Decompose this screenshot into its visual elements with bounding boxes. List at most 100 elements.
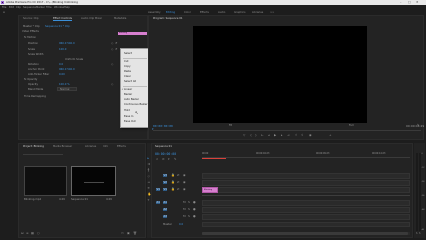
settings-wrench-icon[interactable]: ✎ <box>417 124 420 127</box>
tab-timeline-sequence[interactable]: Sequence 01 <box>155 145 172 148</box>
solo-icon[interactable]: S <box>188 208 190 211</box>
track-lane-v1[interactable] <box>202 187 410 193</box>
menu-item-select[interactable]: Select <box>124 52 132 55</box>
tab-program-monitor[interactable]: Program: Sequence 01 <box>153 17 183 20</box>
list-view-icon[interactable]: ≡ <box>26 232 29 235</box>
solo-icon[interactable]: S <box>188 201 190 204</box>
track-select-icon[interactable]: ⇉ <box>148 163 151 166</box>
tab-effect-controls[interactable]: Effect Controls <box>53 17 73 21</box>
track-lane-v2[interactable] <box>202 180 410 186</box>
tab-media-browser[interactable]: Media Browser <box>53 145 72 148</box>
menu-item-paste[interactable]: Paste <box>124 70 131 73</box>
track-label-v2[interactable]: V2 <box>163 181 168 184</box>
effect-row-uniform-scale[interactable]: Uniform Scale <box>65 58 83 61</box>
workspace-audio[interactable]: Audio <box>218 11 225 14</box>
menu-item-linear[interactable]: Linear <box>124 88 132 91</box>
track-lane-v3[interactable] <box>202 173 410 179</box>
program-scrub-bar[interactable] <box>153 130 421 131</box>
keyframe-icon[interactable]: ◇ <box>111 83 113 86</box>
tab-effects[interactable]: Effects <box>117 145 126 148</box>
linked-selection-icon[interactable]: ⊘ <box>162 158 165 161</box>
icon-view-icon[interactable]: ▦ <box>31 232 34 235</box>
sync-lock-icon[interactable]: ⇄ <box>177 188 180 191</box>
program-timecode-current[interactable]: 00:00:00:00 <box>153 124 173 128</box>
workspace-graphics[interactable]: Graphics <box>234 11 245 14</box>
mute-icon[interactable]: M <box>183 208 186 211</box>
mark-in-icon[interactable]: { <box>250 134 252 137</box>
tab-source[interactable]: Source: Clip <box>23 17 39 20</box>
timeline-ruler[interactable] <box>202 156 410 158</box>
mute-icon[interactable]: M <box>183 201 186 204</box>
master-track-value[interactable]: 0.0 <box>179 223 183 226</box>
new-bin-icon[interactable]: ▭ <box>121 232 124 235</box>
reset-icon[interactable]: ↺ <box>115 48 118 51</box>
play-icon[interactable]: ▶ <box>274 134 276 137</box>
track-label-v3[interactable]: V3 <box>163 174 168 177</box>
timeline-timecode[interactable]: 00:00:00:00 <box>155 152 176 156</box>
solo-icon[interactable]: S <box>416 232 417 235</box>
track-label-a3[interactable]: A3 <box>163 215 168 218</box>
timeline-clip-v1[interactable]: Blinking <box>202 187 218 193</box>
workspace-assembly[interactable]: Assembly <box>148 11 161 14</box>
solo-icon[interactable]: S <box>419 232 420 235</box>
track-lane-a2[interactable] <box>202 207 410 213</box>
slip-tool-icon[interactable]: ↔ <box>148 181 151 184</box>
eye-icon[interactable]: ◉ <box>183 174 186 177</box>
home-icon[interactable]: ⌂ <box>3 10 5 14</box>
microphone-icon[interactable]: ● <box>193 201 196 204</box>
tab-info[interactable]: Info <box>103 145 108 148</box>
ripple-edit-icon[interactable]: ╫ <box>148 169 150 172</box>
track-lane-a3[interactable] <box>202 214 410 220</box>
pen-tool-icon[interactable]: ✒ <box>148 187 151 190</box>
new-item-icon[interactable]: ▣ <box>127 232 130 235</box>
minimize-icon[interactable]: – <box>400 0 402 4</box>
step-forward-icon[interactable]: ▸ <box>281 134 283 137</box>
workspace-effects[interactable]: Effects <box>200 11 209 14</box>
program-fit-select[interactable]: Fit <box>229 124 232 127</box>
effect-value-anchor-point[interactable]: 960.0 540.0 <box>59 68 75 71</box>
playhead-icon[interactable]: ▾ <box>152 128 154 131</box>
selection-tool-icon[interactable]: ▸ <box>148 157 150 160</box>
marker-icon[interactable]: ▽ <box>243 134 245 137</box>
trash-icon[interactable]: 🗑 <box>133 232 137 235</box>
reset-icon[interactable]: ↺ <box>115 42 118 45</box>
effect-value-position[interactable]: 960.0 540.0 <box>59 42 75 45</box>
menu-item-ease-out[interactable]: Ease Out <box>124 120 136 123</box>
timeline-horizontal-scrollbar[interactable] <box>202 232 410 235</box>
menu-item-copy[interactable]: Copy <box>124 65 131 68</box>
lock-track-icon[interactable]: 🔒 <box>171 181 175 184</box>
lock-icon[interactable]: ⊟ <box>21 232 24 235</box>
menu-item-select-all[interactable]: Select All <box>124 80 136 83</box>
sync-lock-icon[interactable]: ⇄ <box>177 181 180 184</box>
add-marker-icon[interactable]: ▾ <box>168 158 170 161</box>
source-patch-v1[interactable]: V1 <box>156 188 161 191</box>
keyframe-icon[interactable]: ◇ <box>111 42 113 45</box>
snap-icon[interactable]: ∩ <box>156 158 158 161</box>
keyframe-icon[interactable]: ◇ <box>111 48 113 51</box>
effect-row-time-remapping[interactable]: Time Remapping <box>24 95 46 98</box>
solo-icon[interactable]: S <box>188 215 190 218</box>
lock-track-icon[interactable]: 🔒 <box>171 174 175 177</box>
menu-item-hold[interactable]: Hold <box>124 109 130 112</box>
sync-lock-icon[interactable]: ⇄ <box>177 174 180 177</box>
program-quality-select[interactable]: Full <box>349 124 353 127</box>
source-patch-a1[interactable]: A1 <box>156 201 161 204</box>
menu-item-continuous-bezier[interactable]: Continuous Bezier <box>124 103 148 106</box>
effect-row-opacity-group[interactable]: fx Opacity <box>24 78 37 81</box>
go-to-out-icon[interactable]: ⇥ <box>287 134 290 137</box>
project-search-input[interactable] <box>23 152 63 155</box>
menu-item-cut[interactable]: Cut <box>124 60 128 63</box>
sequence-clip-label[interactable]: Sequence 01 * Clip <box>45 25 70 28</box>
microphone-icon[interactable]: ● <box>193 208 196 211</box>
eye-icon[interactable]: ◉ <box>183 181 186 184</box>
effect-value-scale[interactable]: 100.0 <box>59 48 66 51</box>
add-button-icon[interactable]: + <box>329 134 332 137</box>
effect-row-motion[interactable]: fx Motion <box>24 36 36 39</box>
workspace-color[interactable]: Color <box>184 11 191 14</box>
track-label-a2[interactable]: A2 <box>163 208 168 211</box>
mute-icon[interactable]: M <box>183 215 186 218</box>
zoom-slider-icon[interactable]: ○ <box>37 232 40 235</box>
lift-icon[interactable]: ⇧ <box>295 134 298 137</box>
maximize-icon[interactable]: □ <box>408 0 411 4</box>
menu-item-auto-bezier[interactable]: Auto Bezier <box>124 98 139 101</box>
